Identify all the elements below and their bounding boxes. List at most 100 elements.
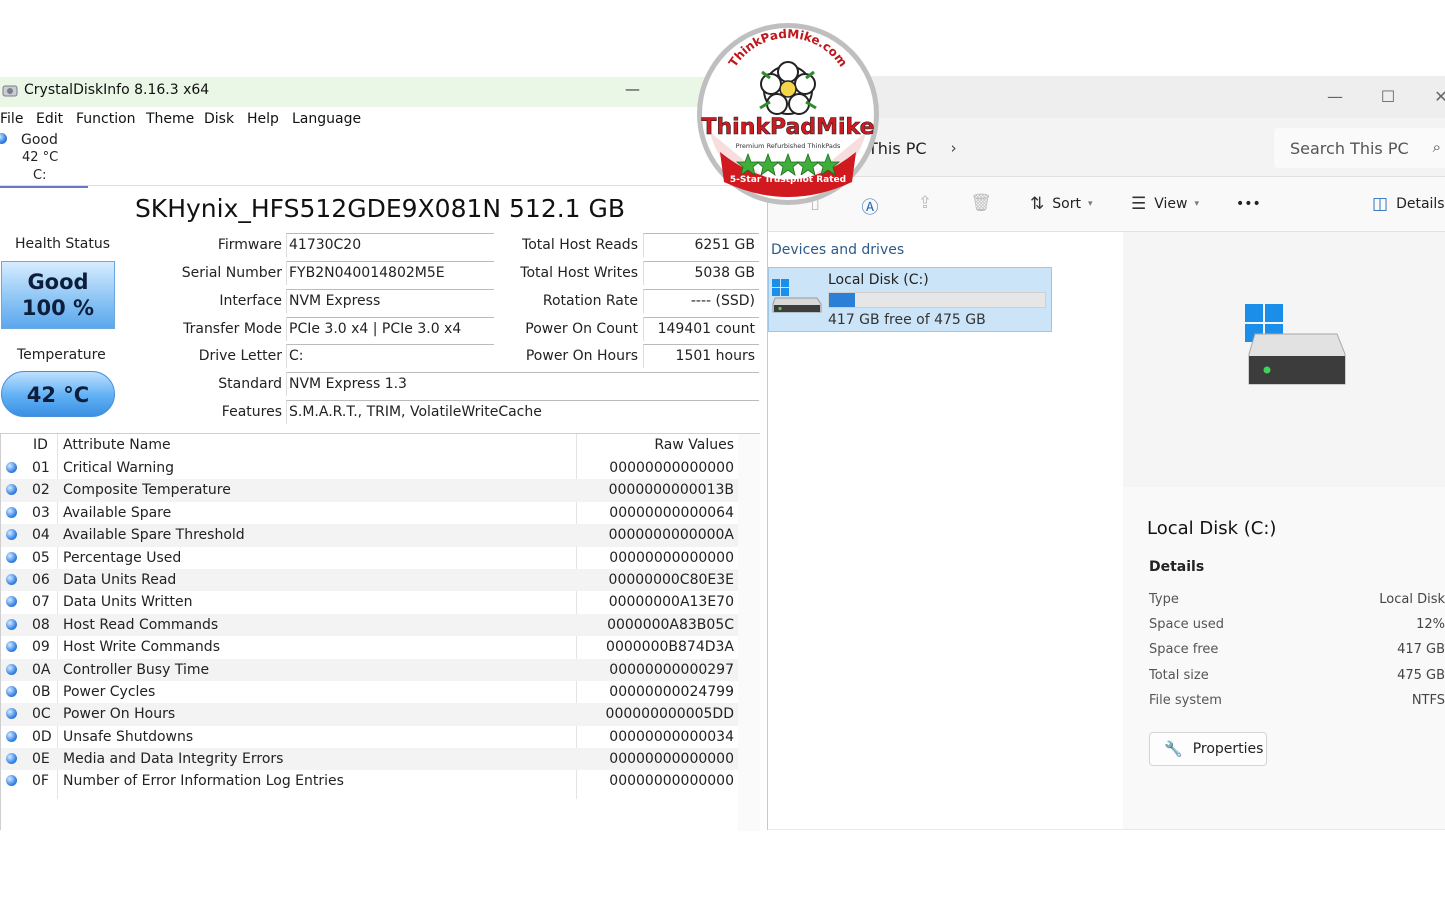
menu-edit[interactable]: Edit <box>36 111 63 127</box>
attr-raw: 0000000000013B <box>608 482 734 499</box>
menu-disk[interactable]: Disk <box>204 111 234 127</box>
menu-theme[interactable]: Theme <box>146 111 194 127</box>
drive-letter-label: Drive Letter <box>198 348 282 364</box>
attr-name: Composite Temperature <box>63 482 231 499</box>
detail-value: NTFS <box>1411 693 1445 708</box>
sort-label: Sort <box>1052 196 1081 212</box>
table-scrollbar[interactable] <box>738 434 760 831</box>
table-row[interactable]: 03 Available Spare 00000000000064 <box>1 502 738 524</box>
explorer-content: Devices and drives Local Disk (C:) 417 G… <box>768 232 1123 830</box>
disk-tab-status: Good <box>21 132 58 148</box>
detail-row-type: Type Local Disk <box>1149 592 1445 612</box>
health-status-button[interactable]: Good 100 % <box>1 261 115 329</box>
attr-id: 08 <box>32 616 50 633</box>
search-placeholder: Search This PC <box>1290 138 1409 158</box>
menu-bar: File Edit Function Theme Disk Help Langu… <box>0 108 768 130</box>
detail-label: Type <box>1149 592 1179 607</box>
devices-and-drives-heading: Devices and drives <box>771 242 905 258</box>
menu-language[interactable]: Language <box>292 111 361 127</box>
maximize-icon[interactable]: ☐ <box>1373 82 1403 110</box>
view-button[interactable]: ☰ View ▾ <box>1131 192 1199 216</box>
attr-name: Unsafe Shutdowns <box>63 728 194 745</box>
table-row[interactable]: 04 Available Spare Threshold 0000000000000… <box>1 524 738 547</box>
attr-name: Number of Error Information Log Entries <box>63 773 344 790</box>
table-row[interactable]: 08 Host Read Commands 0000000A83B05C <box>1 613 738 637</box>
cdi-titlebar: CrystalDiskInfo 8.16.3 x64 — <box>0 77 768 107</box>
header-id[interactable]: ID <box>33 437 48 453</box>
detail-value: 475 GB <box>1397 668 1445 683</box>
table-row[interactable]: 0F Number of Error Information Log Entrie… <box>1 770 738 792</box>
attr-id: 03 <box>32 504 50 521</box>
chevron-down-icon: ▾ <box>1087 199 1093 209</box>
smart-attribute-table[interactable]: ID Attribute Name Raw Values 01 Critical … <box>0 433 760 831</box>
status-dot-icon <box>6 618 17 630</box>
attr-id: 01 <box>32 460 50 476</box>
attr-raw: 0000000000000A <box>608 527 734 544</box>
menu-help[interactable]: Help <box>247 111 279 127</box>
preview-area <box>1123 232 1445 487</box>
properties-button[interactable]: 🔧 Properties <box>1149 732 1267 766</box>
breadcrumb[interactable]: This PC › <box>868 128 1268 168</box>
attr-id: 05 <box>32 549 50 566</box>
delete-icon[interactable]: 🗑 <box>970 193 992 215</box>
disk-tab-c[interactable]: Good 42 °C C: <box>0 130 88 188</box>
table-row[interactable]: 0C Power On Hours 000000000005DD <box>1 703 738 726</box>
attr-id: 0D <box>32 728 52 745</box>
table-row[interactable]: 0D Unsafe Shutdowns 00000000000034 <box>1 726 738 748</box>
drive-usage-fill <box>829 293 855 307</box>
local-disk-tile[interactable]: Local Disk (C:) 417 GB free of 475 GB <box>768 267 1052 332</box>
chevron-right-icon[interactable]: › <box>951 139 957 157</box>
divider <box>0 185 768 186</box>
attr-raw: 00000000000000 <box>609 549 734 566</box>
detail-row-space-free: Space free 417 GB <box>1149 642 1445 662</box>
attr-name: Host Read Commands <box>63 616 219 633</box>
attr-name: Power On Hours <box>63 706 176 723</box>
sort-button[interactable]: ⇅ Sort ▾ <box>1030 192 1092 216</box>
large-drive-icon <box>1245 304 1346 385</box>
temperature-button[interactable]: 42 °C <box>1 371 115 417</box>
minimize-icon[interactable]: — <box>1320 82 1350 110</box>
features-value: S.M.A.R.T., TRIM, VolatileWriteCache <box>286 400 759 424</box>
attr-id: 07 <box>32 594 50 611</box>
status-dot-icon <box>6 641 17 653</box>
features-label: Features <box>221 404 282 420</box>
header-raw-values[interactable]: Raw Values <box>654 437 734 453</box>
table-row[interactable]: 06 Data Units Read 00000000C80E3E <box>1 568 738 592</box>
table-row[interactable]: 0A Controller Busy Time 00000000000297 <box>1 658 738 681</box>
share-icon[interactable]: ⇪ <box>914 193 936 215</box>
status-dot-icon <box>6 462 17 473</box>
chevron-down-icon: ▾ <box>1194 199 1200 209</box>
power-on-hours-label: Power On Hours <box>525 348 638 364</box>
menu-function[interactable]: Function <box>76 111 136 127</box>
crystaldiskinfo-window: CrystalDiskInfo 8.16.3 x64 — File Edit F… <box>0 77 768 831</box>
detail-row-file-system: File system NTFS <box>1149 693 1445 713</box>
attr-raw: 00000000000034 <box>609 728 734 745</box>
wrench-icon: 🔧 <box>1164 740 1183 758</box>
table-row[interactable]: 0B Power Cycles 00000000024799 <box>1 681 738 703</box>
status-dot-icon <box>6 775 17 787</box>
more-options-button[interactable]: ••• <box>1236 192 1261 216</box>
table-row[interactable]: 01 Critical Warning 00000000000000 <box>1 457 738 479</box>
attr-name: Available Spare Threshold <box>63 527 245 544</box>
badge-rating-text: 5-Star Trustpilot Rated <box>730 175 846 185</box>
firmware-value: 41730C20 <box>286 233 494 257</box>
header-attribute-name[interactable]: Attribute Name <box>63 437 171 453</box>
attr-id: 06 <box>32 571 50 588</box>
search-input[interactable]: Search This PC ⌕ <box>1274 128 1445 168</box>
details-pane-button[interactable]: ◫ Details <box>1372 192 1445 216</box>
detail-label: Space used <box>1149 617 1225 632</box>
table-row[interactable]: 05 Percentage Used 00000000000000 <box>1 547 738 569</box>
attr-raw: 0000000A83B05C <box>607 616 734 633</box>
temperature-label: Temperature <box>17 347 106 363</box>
standard-value: NVM Express 1.3 <box>286 372 759 396</box>
table-row[interactable]: 02 Composite Temperature 0000000000013B <box>1 479 738 502</box>
attr-name: Controller Busy Time <box>63 661 210 678</box>
menu-file[interactable]: File <box>0 111 23 127</box>
close-icon[interactable]: ✕ <box>1426 82 1445 110</box>
status-dot-icon <box>6 663 17 675</box>
minimize-icon[interactable]: — <box>625 80 640 98</box>
table-row[interactable]: 07 Data Units Written 00000000A13E70 <box>1 591 738 613</box>
status-dot-icon <box>6 551 17 563</box>
table-row[interactable]: 0E Media and Data Integrity Errors 0000000… <box>1 748 738 771</box>
table-row[interactable]: 09 Host Write Commands 0000000B874D3A <box>1 636 738 658</box>
